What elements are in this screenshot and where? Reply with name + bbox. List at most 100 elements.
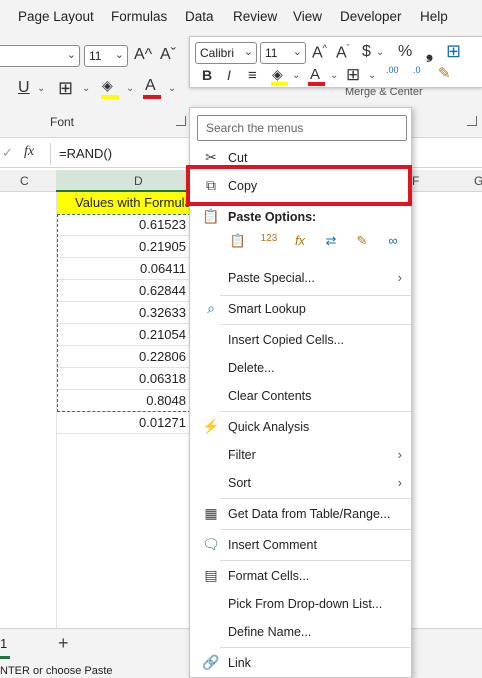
menu-item-label: Cut [228, 151, 248, 165]
tab-data[interactable]: Data [185, 9, 214, 24]
menu-item-label: Define Name... [228, 625, 312, 639]
mini-font-name-combo[interactable]: Calibri ⌄ [195, 42, 257, 64]
paste-formatting-icon[interactable]: ✎ [350, 232, 374, 258]
mini-borders-icon[interactable]: ⊞ [346, 66, 360, 83]
percent-icon[interactable]: % [398, 44, 412, 60]
tab-view[interactable]: View [293, 9, 322, 24]
currency-icon[interactable]: $ [362, 44, 371, 60]
fill-color-bar [101, 95, 119, 99]
tab-review[interactable]: Review [233, 9, 277, 24]
menu-item-format-cells[interactable]: ▤ Format Cells... [190, 562, 411, 590]
menu-item-filter[interactable]: Filter › [190, 441, 411, 469]
tab-formulas[interactable]: Formulas [111, 9, 167, 24]
column-header-d: D [134, 174, 143, 188]
copy-marquee [57, 214, 191, 412]
borders-icon[interactable]: ⊞ [58, 79, 73, 97]
quick-analysis-icon: ⚡ [202, 418, 220, 434]
insert-function-icon[interactable]: fx [24, 144, 34, 160]
add-sheet-icon[interactable]: + [58, 633, 69, 654]
paste-icon[interactable]: 📋 [226, 232, 250, 258]
menu-item-label: Delete... [228, 361, 275, 375]
column-header-f[interactable]: F [412, 174, 419, 188]
increase-decimal-icon[interactable]: .00 [386, 66, 399, 75]
format-table-icon[interactable]: ⊞ [446, 42, 461, 60]
chevron-right-icon: › [397, 447, 402, 462]
menu-item-clear-contents[interactable]: Clear Contents [190, 382, 411, 410]
decrease-decimal-icon[interactable]: .0 [413, 66, 421, 75]
menu-item-link[interactable]: 🔗 Link [190, 649, 411, 677]
column-header-d-bg[interactable]: D [56, 170, 192, 192]
font-size-value: 11 [89, 49, 102, 63]
underline-icon[interactable]: U [18, 80, 30, 96]
header-cell[interactable]: Values with Formulas [57, 192, 191, 214]
menu-separator [220, 498, 411, 499]
menu-separator [220, 647, 411, 648]
chevron-down-icon[interactable]: ⌄ [368, 70, 376, 81]
mini-font-size-combo[interactable]: 11 ⌄ [260, 42, 306, 64]
comma-style-icon[interactable]: ❟ [426, 43, 433, 61]
chevron-down-icon: ⌄ [66, 49, 76, 61]
menu-item-paste-special[interactable]: Paste Special... › [190, 264, 411, 292]
link-icon: 🔗 [202, 654, 220, 670]
menu-item-quick-analysis[interactable]: ⚡ Quick Analysis [190, 413, 411, 441]
chevron-right-icon: › [397, 270, 402, 285]
menu-item-label: Format Cells... [228, 569, 310, 583]
chevron-down-icon[interactable]: ⌄ [330, 70, 338, 81]
alignment-dialog-launcher-icon[interactable] [467, 116, 477, 126]
grow-font-icon[interactable]: A^ [134, 47, 152, 63]
comment-icon: 🗨 [202, 536, 220, 552]
check-icon[interactable]: ✓ [2, 145, 13, 161]
tab-help[interactable]: Help [420, 9, 448, 24]
chevron-down-icon[interactable]: ⌄ [126, 83, 134, 94]
mini-font-color-icon[interactable]: A [310, 67, 320, 82]
shrink-font-icon[interactable]: Aˇ [160, 47, 176, 63]
bold-icon[interactable]: B [202, 68, 212, 82]
chevron-down-icon[interactable]: ⌄ [168, 83, 176, 94]
chevron-down-icon[interactable]: ⌄ [82, 83, 90, 94]
align-icon[interactable]: ≡ [248, 68, 257, 83]
fill-color-icon[interactable]: ◈ [102, 78, 113, 92]
formula-divider [50, 143, 51, 165]
chevron-down-icon[interactable]: ⌄ [37, 83, 45, 94]
italic-icon[interactable]: I [227, 68, 231, 82]
paste-link-icon[interactable]: ∞ [381, 232, 405, 258]
menu-item-pick-dropdown[interactable]: Pick From Drop-down List... [190, 590, 411, 618]
menu-item-delete[interactable]: Delete... [190, 354, 411, 382]
tab-developer[interactable]: Developer [340, 9, 402, 24]
font-group-label: Font [50, 115, 75, 129]
font-dialog-launcher-icon[interactable] [176, 116, 186, 126]
chevron-down-icon[interactable]: ⌄ [376, 47, 384, 58]
tab-page-layout[interactable]: Page Layout [18, 9, 94, 24]
font-name-combo[interactable]: ⌄ [0, 45, 80, 67]
paste-formulas-icon[interactable]: fx [288, 232, 312, 258]
menu-item-insert-comment[interactable]: 🗨 Insert Comment [190, 531, 411, 559]
menu-item-define-name[interactable]: Define Name... [190, 618, 411, 646]
menu-item-insert-copied-cells[interactable]: Insert Copied Cells... [190, 326, 411, 354]
mini-shrink-font-icon[interactable]: Aˇ [336, 44, 350, 61]
font-size-combo[interactable]: 11 ⌄ [84, 45, 128, 67]
format-painter-icon[interactable]: ✎ [438, 66, 451, 81]
value-cell[interactable]: 0.01271 [57, 412, 191, 434]
formula-input[interactable]: =RAND() [59, 146, 112, 161]
menu-search-input[interactable]: Search the menus [197, 115, 407, 141]
menu-item-get-data[interactable]: ▦ Get Data from Table/Range... [190, 500, 411, 528]
menu-item-smart-lookup[interactable]: ⌕ Smart Lookup [190, 295, 411, 323]
chevron-down-icon: ⌄ [243, 46, 253, 58]
mini-fill-color-icon[interactable]: ◈ [272, 67, 283, 81]
font-color-icon[interactable]: A [145, 78, 156, 94]
paste-icon: 📋 [202, 208, 220, 224]
chevron-down-icon: ⌄ [114, 49, 124, 61]
mini-grow-font-icon[interactable]: A^ [312, 44, 327, 61]
sheet-tab[interactable]: 1 [0, 636, 7, 651]
menu-item-label: Clear Contents [228, 389, 312, 403]
chevron-down-icon[interactable]: ⌄ [292, 70, 300, 81]
menu-item-label: Get Data from Table/Range... [228, 507, 391, 521]
paste-values-icon[interactable]: 123 [257, 232, 281, 258]
column-header-c[interactable]: C [20, 174, 29, 188]
chevron-right-icon: › [397, 475, 402, 490]
menu-item-label: Insert Copied Cells... [228, 333, 345, 347]
transpose-icon[interactable]: ⇄ [319, 232, 343, 258]
mini-fill-color-bar [271, 82, 288, 86]
menu-item-sort[interactable]: Sort › [190, 469, 411, 497]
column-header-g[interactable]: G [474, 174, 482, 188]
